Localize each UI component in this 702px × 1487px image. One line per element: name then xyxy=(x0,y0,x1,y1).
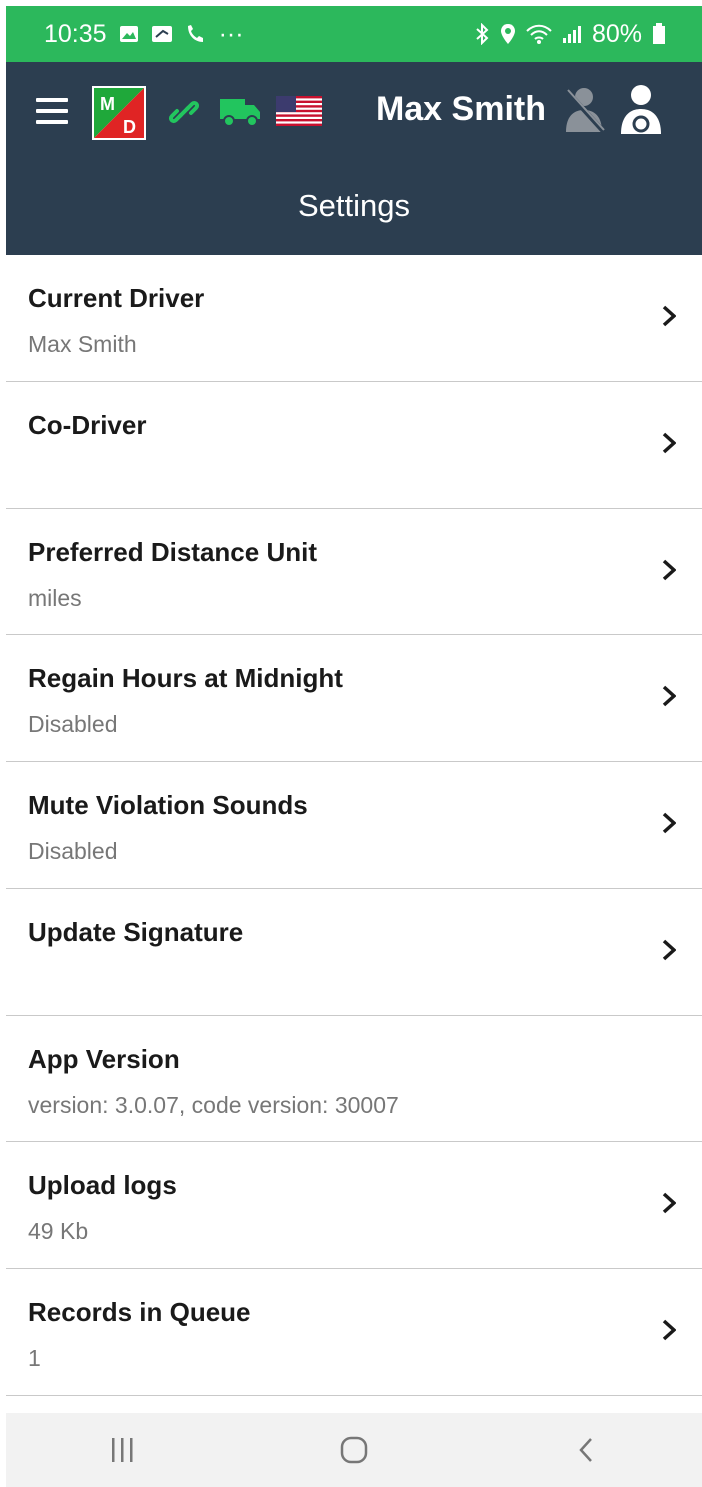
setting-value: miles xyxy=(28,584,82,611)
setting-value: Max Smith xyxy=(28,331,137,357)
app-header: M D Max Smith Settings xyxy=(6,62,702,255)
setting-title: Records in Queue xyxy=(28,1297,251,1327)
us-flag-icon[interactable] xyxy=(276,96,322,131)
battery-icon xyxy=(652,23,666,45)
status-bar: 10:35 ··· 80% xyxy=(6,6,702,62)
setting-value: 1 xyxy=(28,1345,41,1371)
setting-mute-violation-sounds[interactable]: Mute Violation Sounds Disabled xyxy=(6,762,702,889)
wifi-icon xyxy=(526,24,552,44)
more-dots-icon: ··· xyxy=(218,19,244,48)
setting-regain-hours[interactable]: Regain Hours at Midnight Disabled xyxy=(6,635,702,762)
gallery-icon xyxy=(119,25,139,43)
setting-co-driver[interactable]: Co-Driver xyxy=(6,381,702,509)
image-notification-icon xyxy=(151,25,173,43)
chevron-right-icon xyxy=(662,685,676,707)
setting-records-in-queue[interactable]: Records in Queue 1 xyxy=(6,1269,702,1396)
battery-percent: 80% xyxy=(591,19,642,48)
bluetooth-icon xyxy=(474,23,490,45)
signal-icon xyxy=(562,24,582,44)
header-driver-name[interactable]: Max Smith xyxy=(376,90,546,129)
app-logo: M D xyxy=(92,86,146,140)
chevron-right-icon xyxy=(662,305,676,327)
toolbar: M D Max Smith xyxy=(6,62,702,162)
setting-title: Mute Violation Sounds xyxy=(28,790,308,820)
chevron-right-icon xyxy=(662,1192,676,1214)
link-icon[interactable] xyxy=(166,94,202,135)
chevron-right-icon xyxy=(662,1319,676,1341)
menu-icon[interactable] xyxy=(36,98,68,124)
svg-text:D: D xyxy=(123,117,136,137)
setting-app-version: App Version version: 3.0.07, code versio… xyxy=(6,1015,702,1143)
setting-value: version: 3.0.07, code version: 30007 xyxy=(28,1091,399,1118)
home-icon[interactable] xyxy=(324,1425,384,1475)
setting-title: Upload logs xyxy=(28,1170,177,1201)
setting-value: Disabled xyxy=(28,838,118,864)
page-title: Settings xyxy=(297,188,410,223)
recent-apps-icon[interactable] xyxy=(92,1425,152,1475)
setting-distance-unit[interactable]: Preferred Distance Unit miles xyxy=(6,508,702,636)
system-nav-bar xyxy=(6,1413,702,1487)
location-icon xyxy=(500,23,516,45)
truck-icon[interactable] xyxy=(218,94,262,133)
co-driver-icon[interactable] xyxy=(562,86,606,141)
setting-upload-logs[interactable]: Upload logs 49 Kb xyxy=(6,1142,702,1269)
setting-title: Update Signature xyxy=(28,916,244,947)
setting-title: Current Driver xyxy=(28,283,205,313)
back-icon[interactable] xyxy=(556,1425,616,1475)
setting-current-driver[interactable]: Current Driver Max Smith xyxy=(6,255,702,382)
phone-call-icon xyxy=(185,24,207,44)
svg-text:M: M xyxy=(100,94,115,114)
settings-list: Current Driver Max Smith Co-Driver Prefe… xyxy=(6,255,702,1396)
setting-value: Disabled xyxy=(28,711,118,738)
status-time: 10:35 xyxy=(44,19,107,48)
setting-title: Regain Hours at Midnight xyxy=(28,663,343,694)
chevron-right-icon xyxy=(662,559,676,580)
driver-icon[interactable] xyxy=(618,84,664,141)
chevron-right-icon xyxy=(662,812,676,834)
chevron-right-icon xyxy=(662,432,676,454)
setting-title: App Version xyxy=(28,1043,180,1074)
setting-value: 49 Kb xyxy=(28,1218,89,1245)
setting-title: Preferred Distance Unit xyxy=(28,536,317,567)
chevron-right-icon xyxy=(662,939,676,961)
setting-update-signature[interactable]: Update Signature xyxy=(6,888,702,1016)
setting-title: Co-Driver xyxy=(28,409,147,440)
